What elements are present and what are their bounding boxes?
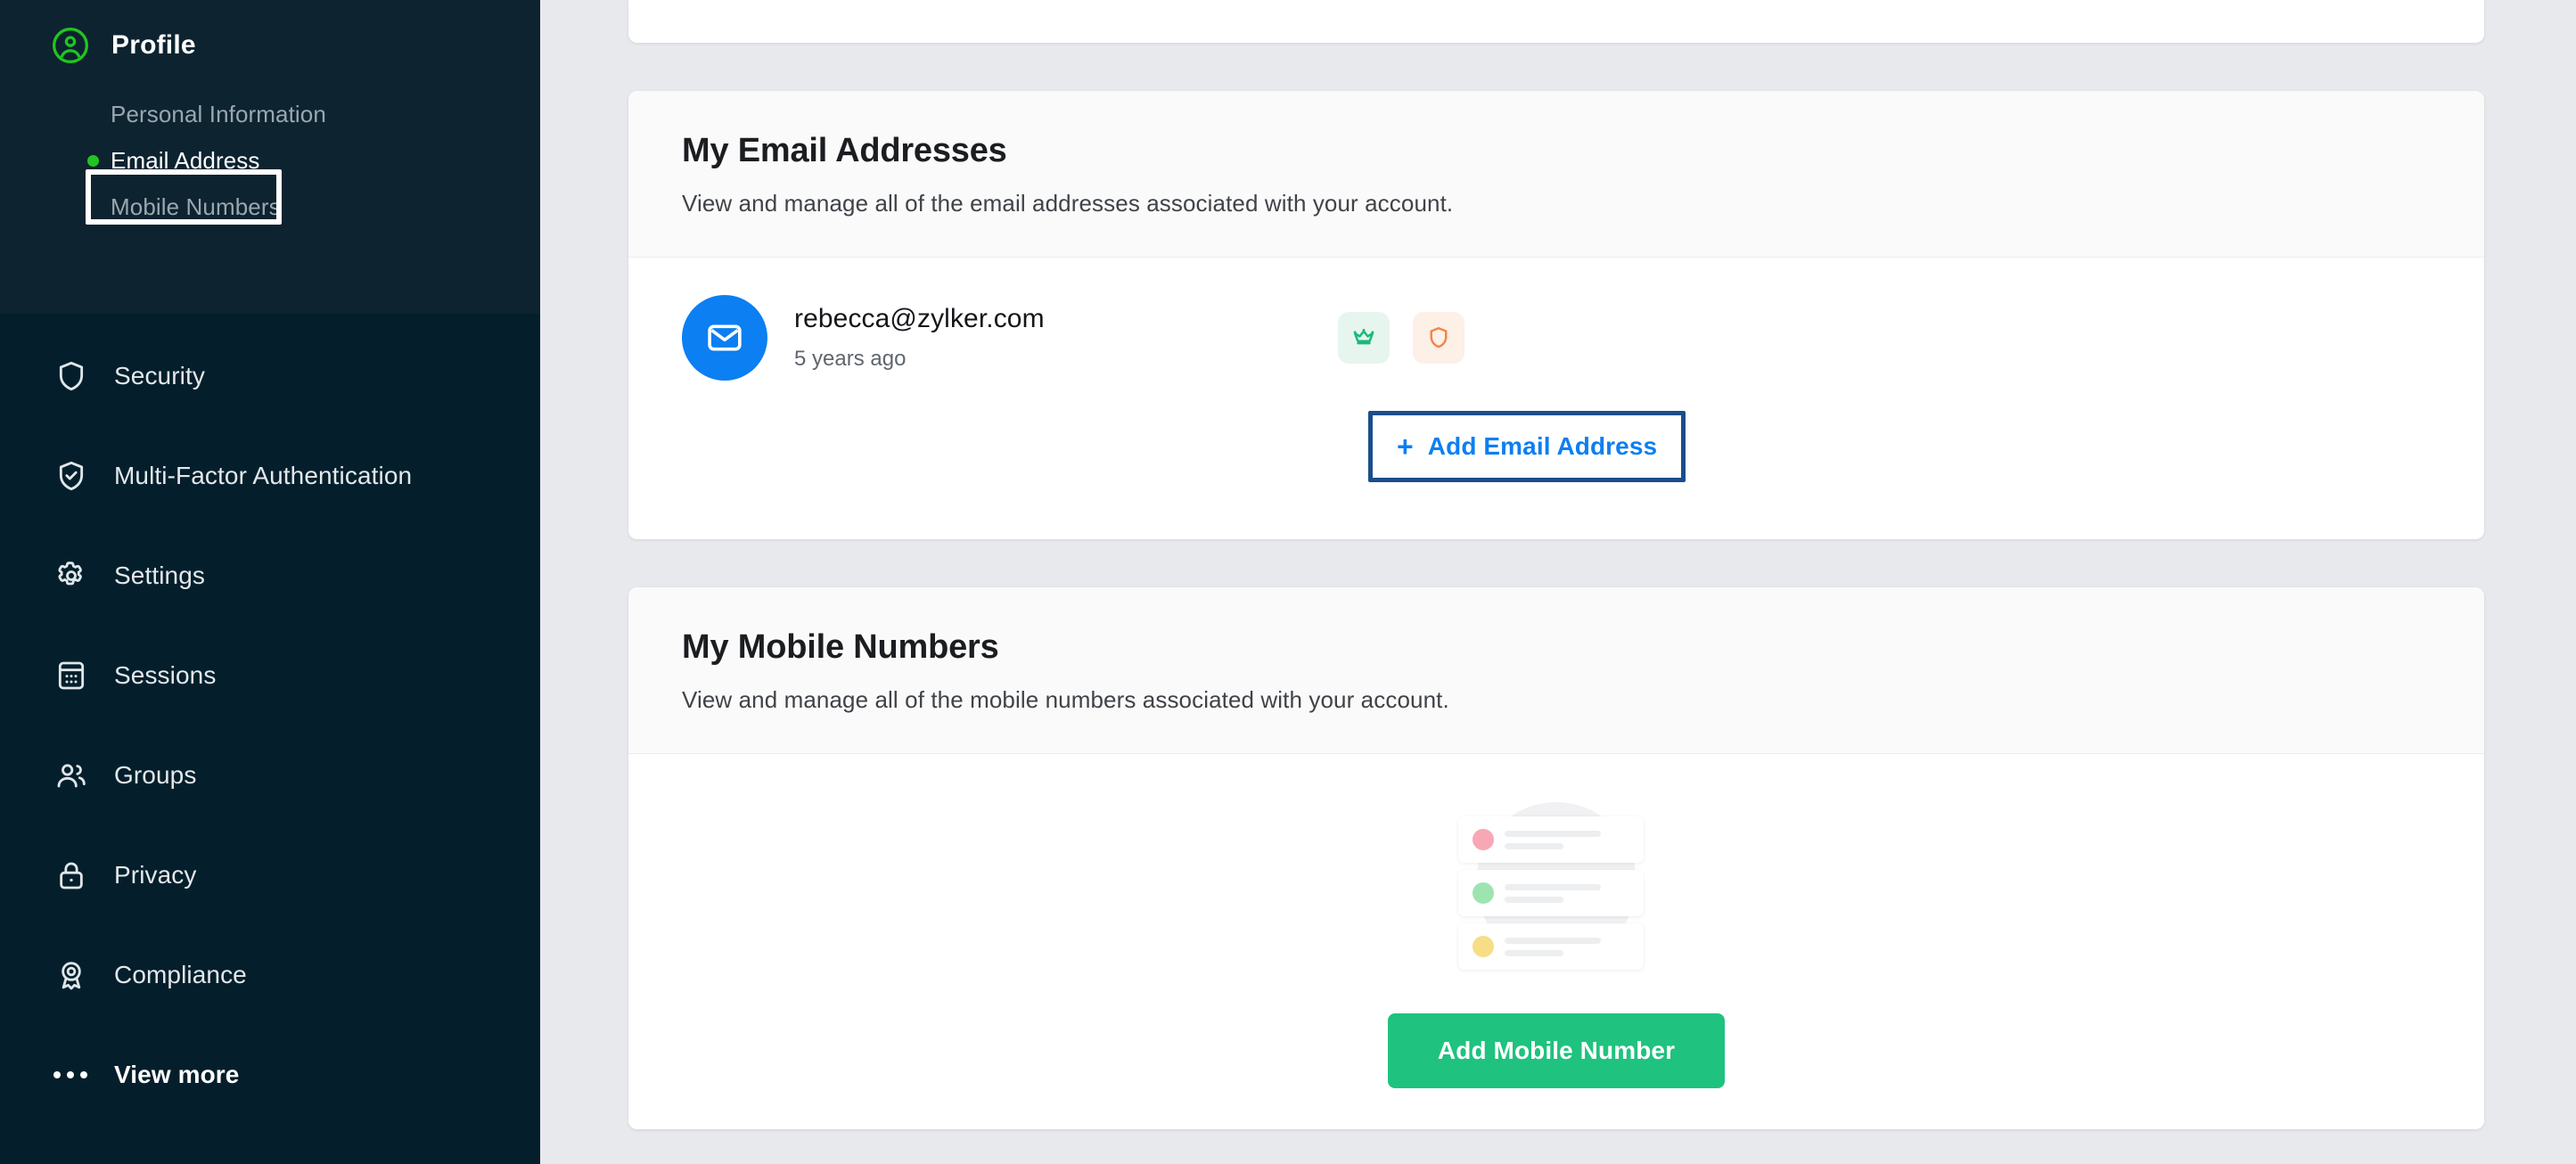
illustration-row: [1458, 870, 1644, 916]
sidebar-nav-label: Multi-Factor Authentication: [114, 462, 413, 489]
user-circle-icon: [51, 26, 90, 65]
email-card-actions: + Add Email Address: [628, 381, 2484, 539]
sidebar-item-mobile-numbers[interactable]: Mobile Numbers: [0, 184, 540, 230]
email-badges: [1338, 312, 1464, 364]
email-age-label: 5 years ago: [794, 347, 907, 371]
add-email-address-button[interactable]: + Add Email Address: [1368, 411, 1686, 482]
gear-icon: [53, 558, 89, 594]
sidebar-item-personal-information[interactable]: Personal Information: [0, 91, 540, 137]
shield-icon: [53, 358, 89, 394]
email-card-subtitle: View and manage all of the email address…: [682, 190, 1454, 217]
sidebar-profile-label: Profile: [111, 30, 196, 60]
email-card-body: rebecca@zylker.com 5 years ago + Add Ema…: [628, 258, 2484, 539]
sidebar-item-settings[interactable]: Settings: [0, 549, 540, 602]
sidebar-nav-label: Groups: [114, 761, 197, 789]
sidebar-nav-label: Sessions: [114, 661, 217, 689]
sidebar-profile-section: Profile Personal Information Email Addre…: [0, 0, 540, 314]
sidebar-nav-label: Privacy: [114, 861, 197, 889]
mobile-card-title: My Mobile Numbers: [682, 628, 999, 666]
sidebar-item-groups[interactable]: Groups: [0, 749, 540, 802]
main-content: My Email Addresses View and manage all o…: [540, 0, 2576, 1164]
ellipsis-icon: [53, 1057, 89, 1093]
card-above-cutoff: [628, 0, 2484, 43]
mobile-card-body: Add Mobile Number: [628, 754, 2484, 1129]
sidebar-subitem-label: Personal Information: [111, 100, 326, 127]
sidebar-subitem-label: Email Address: [111, 146, 260, 174]
sidebar-nav-label: Compliance: [114, 961, 247, 988]
envelope-icon: [682, 295, 767, 381]
mobile-empty-state: Add Mobile Number: [628, 754, 2484, 1129]
mobile-card-header: My Mobile Numbers View and manage all of…: [628, 587, 2484, 754]
sidebar-item-profile[interactable]: Profile: [0, 0, 540, 63]
sidebar-item-view-more[interactable]: View more: [0, 1048, 540, 1102]
sidebar-main-nav: Security Multi-Factor Authentication Set…: [0, 314, 540, 1102]
sidebar-item-email-address[interactable]: Email Address: [0, 137, 540, 184]
card-spacer: [628, 539, 2484, 587]
plus-icon: +: [1397, 430, 1414, 463]
page-title: My Email Addresses: [682, 132, 1007, 169]
active-dot-icon: [87, 154, 99, 167]
shield-check-icon: [53, 458, 89, 494]
email-addresses-card: My Email Addresses View and manage all o…: [628, 91, 2484, 539]
sidebar-item-compliance[interactable]: Compliance: [0, 948, 540, 1002]
mobile-card-subtitle: View and manage all of the mobile number…: [682, 686, 1449, 713]
add-email-address-label: Add Email Address: [1427, 432, 1658, 460]
lock-icon: [53, 857, 89, 893]
mobile-numbers-card: My Mobile Numbers View and manage all of…: [628, 587, 2484, 1129]
sidebar-item-multi-factor-authentication[interactable]: Multi-Factor Authentication: [0, 449, 540, 503]
illustration-row: [1458, 816, 1644, 863]
app-root: Profile Personal Information Email Addre…: [0, 0, 2576, 1164]
sidebar: Profile Personal Information Email Addre…: [0, 0, 540, 1164]
award-badge-icon: [53, 957, 89, 993]
sidebar-nav-label: Settings: [114, 562, 205, 589]
sidebar-nav-label: Security: [114, 362, 205, 389]
sidebar-nav-label: View more: [114, 1061, 240, 1088]
add-email-address-wrap: + Add Email Address: [1368, 411, 1686, 482]
sessions-grid-icon: [53, 658, 89, 693]
email-address-value: rebecca@zylker.com: [794, 304, 1045, 333]
shield-icon[interactable]: [1413, 312, 1464, 364]
illustration-row: [1458, 923, 1644, 970]
add-mobile-number-button[interactable]: Add Mobile Number: [1387, 1013, 1726, 1088]
crown-icon[interactable]: [1338, 312, 1390, 364]
sidebar-item-security[interactable]: Security: [0, 349, 540, 403]
users-icon: [53, 758, 89, 793]
sidebar-subnav: Personal Information Email Address Mobil…: [0, 91, 540, 230]
email-meta: rebecca@zylker.com 5 years ago: [794, 304, 1177, 372]
email-list-item[interactable]: rebecca@zylker.com 5 years ago: [628, 258, 2484, 381]
sidebar-item-privacy[interactable]: Privacy: [0, 848, 540, 902]
empty-list-illustration: [1458, 797, 1654, 988]
email-card-header: My Email Addresses View and manage all o…: [628, 91, 2484, 258]
sidebar-item-sessions[interactable]: Sessions: [0, 649, 540, 702]
sidebar-subitem-label: Mobile Numbers: [111, 193, 281, 220]
